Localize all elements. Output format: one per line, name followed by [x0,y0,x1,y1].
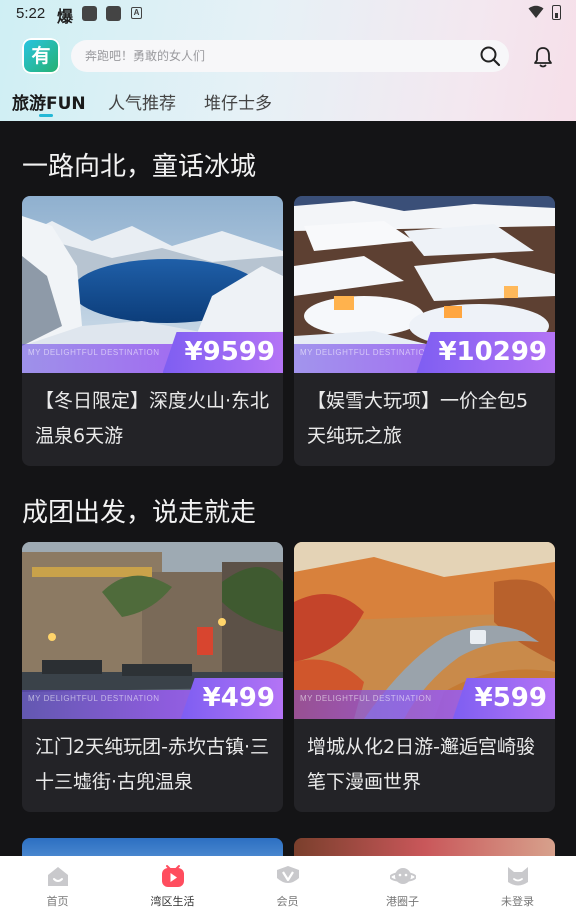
card-title: 【冬日限定】深度火山·东北温泉6天游 [35,390,270,447]
tour-card[interactable]: MY DELIGHTFUL DESTINATION ¥9599 【冬日限定】深度… [22,196,283,466]
nav-label: 港圈子 [386,895,419,908]
price-tag: ¥9599 [162,332,283,373]
tab-store[interactable]: 堆仔士多 [204,89,272,114]
tab-travel-fun[interactable]: 旅游FUN [12,89,86,114]
notification-icon [82,6,97,21]
band-caption: MY DELIGHTFUL DESTINATION [300,348,432,357]
status-time: 5:22 [16,5,46,22]
band-caption: MY DELIGHTFUL DESTINATION [28,348,160,357]
vip-icon [277,866,299,883]
tour-card[interactable]: MY DELIGHTFUL DESTINATION ¥10299 【娱雪大玩项】… [294,196,555,466]
tour-card[interactable]: MY DELIGHTFUL DESTINATION ¥499 江门2天纯玩团-赤… [22,542,283,812]
tab-popular[interactable]: 人气推荐 [108,89,176,114]
cat-icon [508,867,528,886]
app-logo[interactable]: 有 [22,38,60,74]
nav-community[interactable]: 港圈子 [345,856,460,920]
section-title: 一路向北，童话冰城 [22,152,257,182]
notification-icon [106,6,121,21]
search-icon[interactable] [479,45,501,67]
card-title: 增城从化2日游-邂逅宫崎骏笔下漫画世界 [307,736,535,793]
nav-label: 湾区生活 [150,895,195,908]
wifi-icon [528,5,544,18]
section-title: 成团出发，说走就走 [22,498,257,528]
band-caption: MY DELIGHTFUL DESTINATION [28,694,160,703]
nav-label: 会员 [276,895,299,908]
play-icon [162,865,184,887]
bottom-navigation: 首页 湾区生活 会员 港圈子 未登录 [0,856,576,920]
app-header: 5:22 爆 A 有 奔跑吧！勇敢的女人们 旅游FUN 人气推荐 堆仔士多 [0,0,576,121]
nav-label: 首页 [46,895,69,908]
band-caption: MY DELIGHTFUL DESTINATION [300,694,432,703]
card-title: 【娱雪大玩项】一价全包5天纯玩之旅 [307,390,529,447]
nav-home[interactable]: 首页 [0,856,115,920]
active-tab-indicator [39,114,53,117]
notification-glyph: 爆 [57,7,74,26]
tour-card[interactable]: MY DELIGHTFUL DESTINATION ¥599 增城从化2日游-邂… [294,542,555,812]
battery-icon [552,5,561,20]
search-placeholder: 奔跑吧！勇敢的女人们 [85,49,206,63]
nav-profile[interactable]: 未登录 [460,856,575,920]
price-tag: ¥10299 [416,332,555,373]
card-title: 江门2天纯玩团-赤坎古镇·三十三墟街·古兜温泉 [35,736,269,793]
planet-icon [390,868,416,884]
price-tag: ¥499 [180,678,283,719]
price-tag: ¥599 [452,678,555,719]
status-bar: 5:22 爆 A [0,0,576,28]
search-bar[interactable]: 奔跑吧！勇敢的女人们 [71,40,509,72]
nav-vip[interactable]: 会员 [230,856,345,920]
nav-label: 未登录 [501,895,534,908]
nav-bay-life[interactable]: 湾区生活 [115,856,230,920]
bell-icon[interactable] [531,45,555,69]
home-icon [48,867,68,886]
a-notification-icon: A [131,7,142,19]
